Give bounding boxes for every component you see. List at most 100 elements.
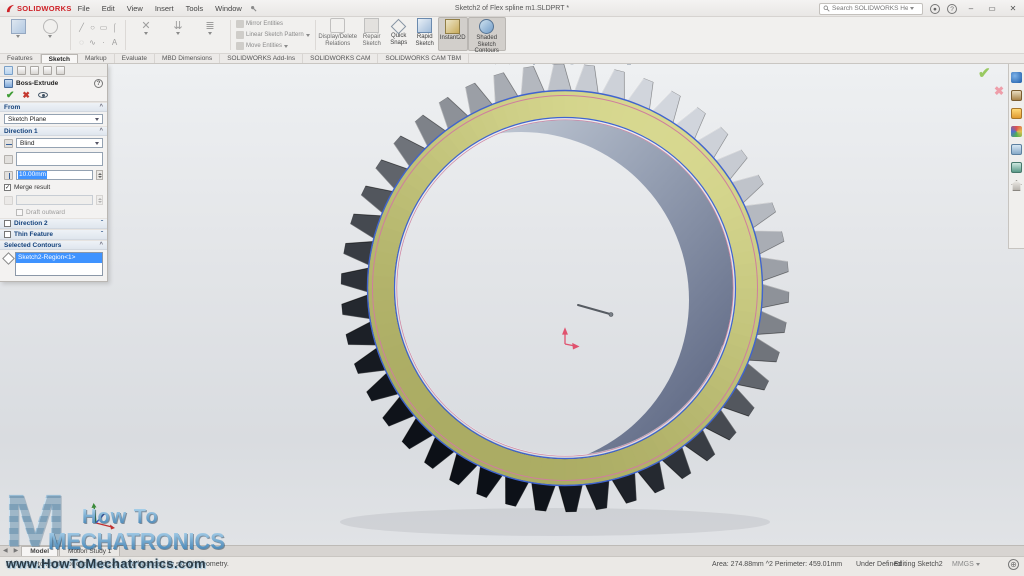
quick-snaps-button[interactable]: Quick Snaps bbox=[386, 17, 412, 51]
search-scope-caret-icon[interactable] bbox=[910, 7, 914, 10]
tab-features[interactable]: Features bbox=[0, 54, 41, 63]
close-button[interactable]: ✕ bbox=[1006, 0, 1020, 17]
selected-contours-list[interactable]: Sketch2-Region<1> bbox=[15, 252, 103, 276]
direction-reference-box[interactable] bbox=[16, 152, 103, 166]
menu-view[interactable]: View bbox=[121, 0, 149, 17]
home-icon[interactable] bbox=[1011, 180, 1022, 191]
tab-solidworks-cam-tbm[interactable]: SOLIDWORKS CAM TBM bbox=[378, 54, 469, 63]
motion-study-tab[interactable]: Motion Study 1 bbox=[59, 546, 120, 556]
from-dropdown[interactable]: Sketch Plane bbox=[4, 114, 103, 124]
draft-outward-checkbox[interactable] bbox=[16, 209, 23, 216]
pm-cancel-button[interactable]: ✖ bbox=[22, 90, 30, 101]
appearances-scenes-icon[interactable] bbox=[1011, 144, 1022, 155]
trim-entities-button[interactable]: ✕ bbox=[131, 18, 161, 52]
convert-entities-button[interactable]: ⇊ bbox=[163, 18, 193, 52]
offset-entities-button[interactable]: ≣ bbox=[195, 18, 225, 52]
shaded-sketch-contours-button[interactable]: Shaded Sketch Contours bbox=[468, 17, 506, 51]
graphics-area[interactable] bbox=[0, 64, 1024, 545]
draft-input[interactable] bbox=[16, 195, 93, 205]
repair-sketch-button[interactable]: Repair Sketch bbox=[358, 17, 386, 51]
tab-scroll-right-icon[interactable]: ▶ bbox=[11, 546, 22, 556]
mirror-entities-button[interactable]: Mirror Entities bbox=[236, 19, 310, 30]
direction1-section-header[interactable]: Direction 1^ bbox=[0, 126, 107, 136]
rapid-sketch-button[interactable]: Rapid Sketch bbox=[412, 17, 438, 51]
pin-icon[interactable] bbox=[250, 5, 257, 12]
manager-tabs bbox=[0, 64, 107, 77]
thin-feature-section-header[interactable]: Thin Featureˇ bbox=[0, 229, 107, 240]
linear-sketch-pattern-button[interactable]: Linear Sketch Pattern bbox=[236, 30, 310, 41]
exit-sketch-button[interactable] bbox=[3, 18, 33, 52]
status-globe-icon[interactable]: ⊕ bbox=[1008, 559, 1019, 570]
display-delete-relations-button[interactable]: Display/Delete Relations bbox=[318, 17, 358, 51]
point-tool-icon[interactable]: · bbox=[102, 38, 105, 47]
move-entities-button[interactable]: Move Entities bbox=[236, 41, 310, 52]
merge-result-checkbox[interactable]: ✓ bbox=[4, 184, 11, 191]
selected-contour-item[interactable]: Sketch2-Region<1> bbox=[16, 253, 102, 263]
custom-properties-icon[interactable] bbox=[1011, 162, 1022, 173]
pm-ok-button[interactable]: ✔ bbox=[6, 90, 14, 101]
line-tool-icon[interactable]: ╱ bbox=[79, 23, 84, 32]
thin-feature-checkbox[interactable] bbox=[4, 231, 11, 238]
circle-tool-icon[interactable]: ○ bbox=[90, 23, 95, 32]
solidworks-logo: SOLIDWORKS bbox=[6, 4, 72, 13]
configuration-manager-tab-icon[interactable] bbox=[30, 66, 39, 75]
display-manager-tab-icon[interactable] bbox=[56, 66, 65, 75]
menu-insert[interactable]: Insert bbox=[149, 0, 180, 17]
property-manager-tab-icon[interactable] bbox=[4, 66, 13, 75]
selected-contours-section-header[interactable]: Selected Contours^ bbox=[0, 240, 107, 250]
menu-file[interactable]: File bbox=[72, 0, 96, 17]
solidworks-resources-icon[interactable] bbox=[1011, 72, 1022, 83]
convert-entities-icon: ⇊ bbox=[173, 19, 182, 32]
ellipse-tool-icon[interactable]: ◌ bbox=[79, 38, 84, 47]
restore-button[interactable]: ▭ bbox=[985, 0, 999, 17]
tab-sketch[interactable]: Sketch bbox=[41, 54, 78, 63]
dimxpert-manager-tab-icon[interactable] bbox=[43, 66, 52, 75]
tab-evaluate[interactable]: Evaluate bbox=[115, 54, 155, 63]
tab-markup[interactable]: Markup bbox=[78, 54, 115, 63]
user-account-icon[interactable]: ● bbox=[930, 4, 940, 14]
feature-manager-tab-icon[interactable] bbox=[17, 66, 26, 75]
text-tool-icon[interactable]: A bbox=[112, 38, 117, 47]
rectangle-tool-icon[interactable]: ▭ bbox=[100, 23, 108, 32]
direction2-section-header[interactable]: Direction 2ˇ bbox=[0, 218, 107, 229]
units-dropdown[interactable]: MMGS bbox=[952, 561, 980, 568]
reverse-direction-icon[interactable] bbox=[4, 139, 13, 148]
smart-dimension-button[interactable] bbox=[35, 18, 65, 52]
offset-entities-icon: ≣ bbox=[205, 19, 214, 32]
instant2d-icon bbox=[445, 19, 460, 34]
menu-edit[interactable]: Edit bbox=[96, 0, 121, 17]
instant2d-button[interactable]: Instant2D bbox=[438, 17, 468, 51]
tab-scroll-left-icon[interactable]: ◀ bbox=[0, 546, 11, 556]
search-box[interactable] bbox=[819, 3, 923, 15]
from-section-header[interactable]: From^ bbox=[0, 102, 107, 112]
status-bar: Pick a sketch entity or click inside an … bbox=[0, 556, 1024, 576]
pm-preview-icon[interactable] bbox=[38, 92, 48, 98]
depth-input[interactable]: 10.00mm bbox=[16, 170, 93, 180]
menu-window[interactable]: Window bbox=[209, 0, 248, 17]
help-icon[interactable]: ? bbox=[947, 4, 957, 14]
menu-tools[interactable]: Tools bbox=[180, 0, 210, 17]
confirm-cancel-icon[interactable]: ✖ bbox=[994, 84, 1004, 98]
minimize-button[interactable]: – bbox=[964, 0, 978, 17]
linear-sketch-pattern-icon bbox=[236, 31, 244, 39]
status-editing-state: Editing Sketch2 bbox=[894, 561, 943, 568]
file-explorer-icon[interactable] bbox=[1011, 108, 1022, 119]
sketch-entity-tools: ╱ ○ ▭ ⌠ ◌ ∿ · A bbox=[76, 20, 120, 50]
spline-tool-icon[interactable]: ∿ bbox=[89, 38, 96, 47]
model-tab[interactable]: Model bbox=[21, 546, 58, 556]
status-measurements: Area: 274.88mm ^2 Perimeter: 459.01mm bbox=[712, 561, 842, 568]
tab-solidworks-cam[interactable]: SOLIDWORKS CAM bbox=[303, 54, 378, 63]
search-input[interactable] bbox=[832, 5, 908, 12]
pm-help-icon[interactable]: ? bbox=[94, 79, 103, 88]
tab-solidworks-add-ins[interactable]: SOLIDWORKS Add-Ins bbox=[220, 54, 303, 63]
tab-mbd-dimensions[interactable]: MBD Dimensions bbox=[155, 54, 220, 63]
command-manager-ribbon: ╱ ○ ▭ ⌠ ◌ ∿ · A ✕ ⇊ ≣ Mirror Entities Li… bbox=[0, 17, 1024, 54]
arc-tool-icon[interactable]: ⌠ bbox=[112, 23, 117, 32]
draft-spinner[interactable] bbox=[96, 195, 103, 205]
view-palette-icon[interactable] bbox=[1011, 126, 1022, 137]
confirm-ok-icon[interactable]: ✔ bbox=[978, 64, 991, 82]
end-condition-dropdown[interactable]: Blind bbox=[16, 138, 103, 148]
depth-spinner[interactable] bbox=[96, 170, 103, 180]
design-library-icon[interactable] bbox=[1011, 90, 1022, 101]
direction2-checkbox[interactable] bbox=[4, 220, 11, 227]
